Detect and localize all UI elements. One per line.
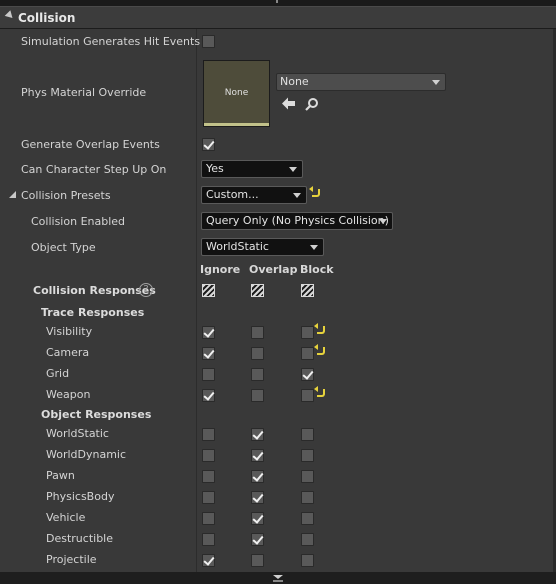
browse-search-icon[interactable] <box>305 97 319 111</box>
object-row-overlap-checkbox[interactable] <box>251 470 264 483</box>
step-up-dropdown[interactable]: Yes <box>201 160 303 178</box>
phys-material-label: Phys Material Override <box>21 86 147 99</box>
object-row-overlap-checkbox[interactable] <box>251 554 264 567</box>
collision-enabled-label: Collision Enabled <box>31 215 126 228</box>
trace-row-label: Grid <box>46 367 70 380</box>
trace-row-ignore-checkbox[interactable] <box>202 326 215 339</box>
step-up-label: Can Character Step Up On <box>21 163 167 176</box>
object-row-ignore-checkbox[interactable] <box>202 470 215 483</box>
trace-row-overlap-checkbox[interactable] <box>251 347 264 360</box>
expand-more-arrow-icon[interactable] <box>272 574 284 582</box>
object-row-block-checkbox[interactable] <box>301 554 314 567</box>
object-row-ignore-checkbox[interactable] <box>202 491 215 504</box>
chevron-down-icon <box>310 245 318 250</box>
object-row-overlap-checkbox[interactable] <box>251 533 264 546</box>
object-row-block-checkbox[interactable] <box>301 512 314 525</box>
object-responses-label: Object Responses <box>41 408 152 421</box>
category-title: Collision <box>18 11 76 25</box>
overlap-events-label: Generate Overlap Events <box>21 138 160 151</box>
object-row-label: WorldStatic <box>46 427 109 440</box>
object-row-block-checkbox[interactable] <box>301 533 314 546</box>
collapse-arrow-icon[interactable] <box>4 10 16 21</box>
object-row-ignore-checkbox[interactable] <box>202 512 215 525</box>
block-all-mixed-checkbox[interactable] <box>301 284 314 297</box>
object-row-ignore-checkbox[interactable] <box>202 533 215 546</box>
trace-responses-label: Trace Responses <box>41 306 145 319</box>
overlap-all-mixed-checkbox[interactable] <box>251 284 264 297</box>
object-row-label: Vehicle <box>46 511 86 524</box>
collision-responses-label: Collision Responses <box>33 284 156 297</box>
collision-enabled-dropdown[interactable]: Query Only (No Physics Collision) <box>201 212 393 230</box>
sim-hit-label: Simulation Generates Hit Events <box>21 35 201 48</box>
block-column-header: Block <box>300 263 334 276</box>
object-row-label: Projectile <box>46 553 97 566</box>
trace-row-ignore-checkbox[interactable] <box>202 389 215 402</box>
trace-row-block-checkbox[interactable] <box>301 389 314 402</box>
object-row-block-checkbox[interactable] <box>301 491 314 504</box>
reset-to-default-icon[interactable] <box>314 386 325 397</box>
object-type-label: Object Type <box>31 241 96 254</box>
object-row-overlap-checkbox[interactable] <box>251 428 264 441</box>
top-tick <box>276 0 278 3</box>
overlap-events-checkbox[interactable] <box>202 138 215 151</box>
step-up-value: Yes <box>206 162 224 175</box>
object-row-block-checkbox[interactable] <box>301 449 314 462</box>
object-row-ignore-checkbox[interactable] <box>202 554 215 567</box>
reset-to-default-icon[interactable] <box>309 186 320 197</box>
reset-to-default-icon[interactable] <box>314 344 325 355</box>
object-row-overlap-checkbox[interactable] <box>251 449 264 462</box>
trace-row-overlap-checkbox[interactable] <box>251 389 264 402</box>
chevron-down-icon <box>379 219 387 224</box>
material-thumbnail[interactable]: None <box>203 60 270 127</box>
thumbnail-bar <box>204 123 269 126</box>
trace-row-block-checkbox[interactable] <box>301 368 314 381</box>
object-row-block-checkbox[interactable] <box>301 428 314 441</box>
object-row-overlap-checkbox[interactable] <box>251 491 264 504</box>
object-row-label: Pawn <box>46 469 75 482</box>
presets-label: Collision Presets <box>21 189 111 202</box>
thumbnail-text: None <box>224 88 249 98</box>
chevron-down-icon <box>293 193 301 198</box>
object-type-value: WorldStatic <box>206 240 269 253</box>
expand-arrow-icon[interactable] <box>8 190 17 199</box>
ignore-all-mixed-checkbox[interactable] <box>202 284 215 297</box>
object-row-block-checkbox[interactable] <box>301 470 314 483</box>
material-dropdown[interactable]: None <box>276 73 446 91</box>
overlap-column-header: Overlap <box>249 263 298 276</box>
trace-row-block-checkbox[interactable] <box>301 347 314 360</box>
chevron-down-icon <box>289 167 297 172</box>
trace-row-overlap-checkbox[interactable] <box>251 326 264 339</box>
trace-row-overlap-checkbox[interactable] <box>251 368 264 381</box>
trace-row-label: Weapon <box>46 388 91 401</box>
sim-hit-checkbox[interactable] <box>202 35 215 48</box>
presets-dropdown[interactable]: Custom... <box>201 186 307 204</box>
object-row-overlap-checkbox[interactable] <box>251 512 264 525</box>
trace-row-label: Camera <box>46 346 90 359</box>
reset-to-default-icon[interactable] <box>314 323 325 334</box>
object-row-label: WorldDynamic <box>46 448 127 461</box>
collision-category-header[interactable]: Collision <box>0 6 556 29</box>
material-dropdown-value: None <box>280 75 309 88</box>
trace-row-label: Visibility <box>46 325 93 338</box>
help-icon[interactable]: ? <box>139 283 153 297</box>
ignore-column-header: Ignore <box>200 263 241 276</box>
footer-bar <box>0 572 556 584</box>
trace-row-ignore-checkbox[interactable] <box>202 368 215 381</box>
chevron-down-icon <box>432 80 440 85</box>
column-divider[interactable] <box>196 29 197 572</box>
collision-enabled-value: Query Only (No Physics Collision) <box>206 214 389 227</box>
trace-row-ignore-checkbox[interactable] <box>202 347 215 360</box>
trace-row-block-checkbox[interactable] <box>301 326 314 339</box>
object-row-label: PhysicsBody <box>46 490 115 503</box>
object-row-ignore-checkbox[interactable] <box>202 428 215 441</box>
object-row-ignore-checkbox[interactable] <box>202 449 215 462</box>
presets-value: Custom... <box>206 188 259 201</box>
use-selected-arrow-icon[interactable] <box>282 97 296 110</box>
object-row-label: Destructible <box>46 532 113 545</box>
object-type-dropdown[interactable]: WorldStatic <box>201 238 324 256</box>
